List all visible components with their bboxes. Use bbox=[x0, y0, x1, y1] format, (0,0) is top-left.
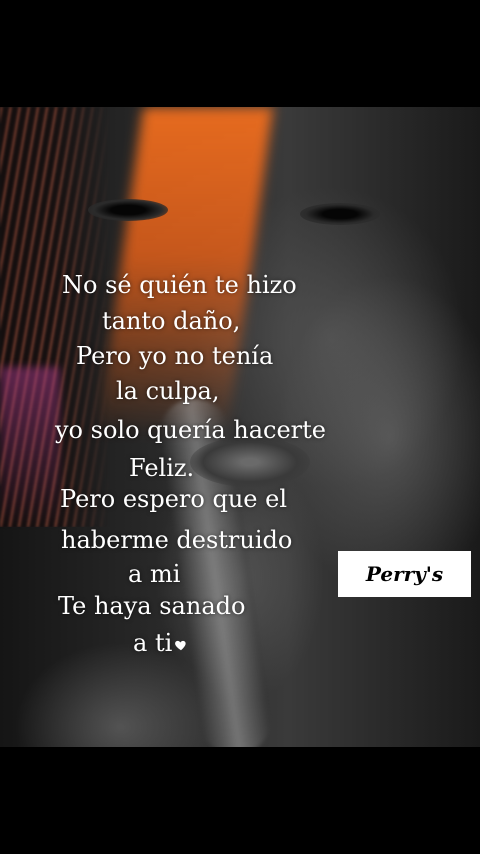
watermark-text: Perry's bbox=[365, 562, 444, 586]
poem-line-2: tanto daño, bbox=[102, 307, 241, 335]
heart-icon bbox=[175, 640, 186, 650]
poem-line-5: yo solo quería hacerte bbox=[55, 416, 326, 444]
poem-line-11: a ti bbox=[133, 629, 188, 657]
poem-line-6: Feliz. bbox=[129, 454, 195, 482]
poem-line-11-text: a ti bbox=[133, 629, 173, 657]
poem-text: No sé quién te hizo tanto daño, Pero yo … bbox=[0, 0, 480, 854]
poem-line-9: a mi bbox=[128, 560, 181, 588]
poem-line-3: Pero yo no tenía bbox=[76, 342, 274, 370]
poem-line-1: No sé quién te hizo bbox=[62, 271, 297, 299]
poem-line-7: Pero espero que el bbox=[60, 485, 287, 513]
poem-line-8: haberme destruido bbox=[61, 526, 293, 554]
poem-line-4: la culpa, bbox=[116, 377, 220, 405]
poem-line-10: Te haya sanado bbox=[58, 592, 246, 620]
watermark-badge: Perry's bbox=[338, 551, 471, 597]
